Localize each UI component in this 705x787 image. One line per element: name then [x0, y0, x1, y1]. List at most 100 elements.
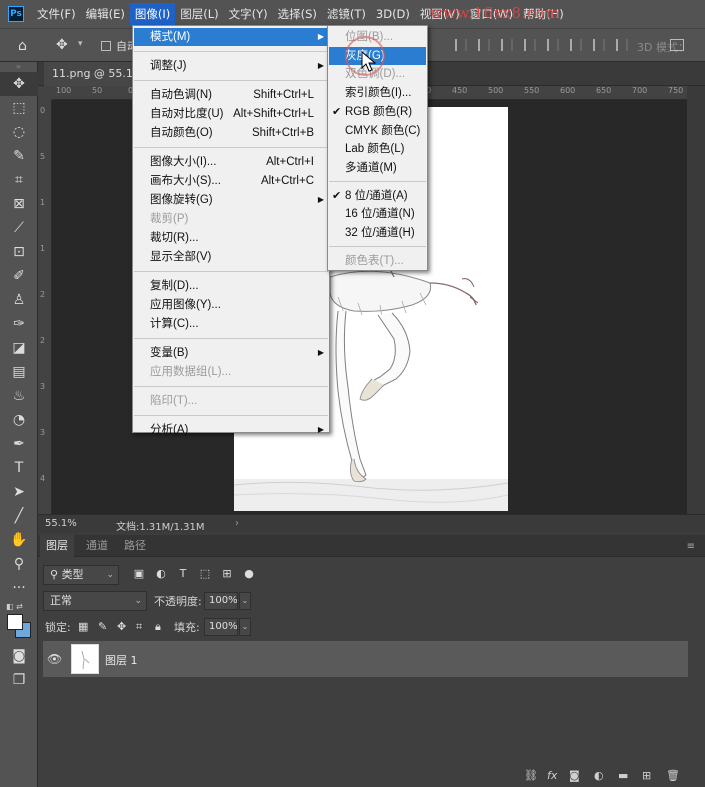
- image-menu-item[interactable]: 变量(B) ▶: [134, 344, 328, 362]
- filter-toggle-icon[interactable]: ●: [243, 567, 255, 580]
- mode-menu-item[interactable]: CMYK 颜色(C): [329, 122, 426, 140]
- more-align-icon[interactable]: [616, 39, 628, 51]
- group-folder-icon[interactable]: ▬: [618, 769, 628, 782]
- quick-mask-icon[interactable]: ◙: [0, 644, 38, 668]
- align-vcenter-icon[interactable]: [570, 39, 582, 51]
- eyedropper-tool-icon[interactable]: ⟋: [0, 216, 38, 240]
- mode-menu-item[interactable]: Lab 颜色(L): [329, 140, 426, 158]
- default-colors-icon[interactable]: ◧ ⇄: [6, 602, 23, 611]
- menu-item[interactable]: 选择(S): [273, 3, 322, 25]
- panel-grip-icon[interactable]: »: [0, 62, 37, 72]
- trash-icon[interactable]: 🗑︎: [666, 769, 680, 782]
- mode-menu-item[interactable]: 16 位/通道(N): [329, 205, 426, 223]
- image-menu-item[interactable]: 画布大小(S)... Alt+Ctrl+C: [134, 172, 328, 190]
- marquee-tool-icon[interactable]: ⬚: [0, 96, 38, 120]
- frame-tool-icon[interactable]: ⊠: [0, 192, 38, 216]
- image-menu-item[interactable]: 图像旋转(G) ▶: [134, 191, 328, 209]
- mode-menu-item[interactable]: ✔ RGB 颜色(R): [329, 103, 426, 121]
- screen-mode-icon[interactable]: ❐: [0, 668, 38, 692]
- lock-transparent-icon[interactable]: ▦: [78, 620, 88, 633]
- photoshop-logo[interactable]: Ps: [8, 6, 24, 22]
- tab-layers[interactable]: 图层: [40, 535, 74, 557]
- hand-tool-icon[interactable]: ✋: [0, 528, 38, 552]
- layer-thumbnail[interactable]: [71, 644, 99, 674]
- foreground-color-swatch[interactable]: [7, 614, 23, 630]
- brush-tool-icon[interactable]: ✐: [0, 264, 38, 288]
- mode-menu-item[interactable]: ✔ 8 位/通道(A): [329, 187, 426, 205]
- home-icon[interactable]: ⌂: [18, 38, 27, 54]
- fx-icon[interactable]: fx: [547, 769, 557, 782]
- menu-item[interactable]: 滤镜(T): [322, 3, 371, 25]
- image-menu-item[interactable]: 调整(J) ▶: [134, 57, 328, 75]
- eraser-tool-icon[interactable]: ◪: [0, 336, 38, 360]
- align-bottom-icon[interactable]: [593, 39, 605, 51]
- lock-position-icon[interactable]: ✥: [117, 620, 126, 633]
- blend-mode-select[interactable]: 正常 ⌄: [43, 591, 147, 611]
- adjustment-filter-icon[interactable]: ◐: [155, 567, 167, 580]
- menu-item[interactable]: 图像(I): [129, 3, 176, 25]
- pen-tool-icon[interactable]: ✒: [0, 432, 38, 456]
- path-select-tool-icon[interactable]: ➤: [0, 480, 38, 504]
- panel-menu-icon[interactable]: ≡: [687, 541, 695, 552]
- image-menu-item[interactable]: 模式(M) ▶: [134, 28, 328, 46]
- menu-item[interactable]: 编辑(E): [81, 3, 130, 25]
- dodge-tool-icon[interactable]: ◔: [0, 408, 38, 432]
- image-menu-item[interactable]: 图像大小(I)... Alt+Ctrl+I: [134, 153, 328, 171]
- layer-name[interactable]: 图层 1: [105, 652, 138, 668]
- menu-item[interactable]: 图层(L): [175, 3, 223, 25]
- add-mask-icon[interactable]: ◙: [569, 769, 580, 782]
- type-tool-icon[interactable]: T: [0, 456, 38, 480]
- zoom-readout[interactable]: 55.1%: [45, 518, 77, 529]
- smart-object-filter-icon[interactable]: ⊞: [221, 567, 233, 580]
- tab-channels[interactable]: 通道: [86, 535, 108, 557]
- shape-filter-icon[interactable]: ⬚: [199, 567, 211, 580]
- image-menu-item[interactable]: 显示全部(V): [134, 248, 328, 266]
- mode-menu-item[interactable]: 索引颜色(I)...: [329, 84, 426, 102]
- line-tool-icon[interactable]: ╱: [0, 504, 38, 528]
- distribute-icon[interactable]: [524, 39, 536, 51]
- clone-stamp-tool-icon[interactable]: ♙: [0, 288, 38, 312]
- fill-dropdown-icon[interactable]: ⌄: [239, 618, 251, 636]
- vertical-scrollbar[interactable]: [687, 86, 705, 514]
- auto-select-checkbox[interactable]: [101, 41, 111, 51]
- quick-select-tool-icon[interactable]: ✎: [0, 144, 38, 168]
- lock-artboard-icon[interactable]: ⌗: [136, 620, 142, 634]
- layer-row[interactable]: 👁︎ 图层 1: [43, 641, 688, 677]
- tab-paths[interactable]: 路径: [124, 535, 146, 557]
- lasso-tool-icon[interactable]: ◌: [0, 120, 38, 144]
- lock-all-icon[interactable]: 🔒︎: [155, 620, 161, 634]
- menu-item[interactable]: 3D(D): [371, 3, 415, 25]
- image-menu-item[interactable]: 裁切(R)...: [134, 229, 328, 247]
- image-menu-item[interactable]: 分析(A) ▶: [134, 421, 328, 439]
- gradient-tool-icon[interactable]: ▤: [0, 360, 38, 384]
- workspace-icon[interactable]: [670, 39, 684, 51]
- menu-item[interactable]: 文件(F): [32, 3, 81, 25]
- align-hcenter-icon[interactable]: [478, 39, 490, 51]
- blur-tool-icon[interactable]: ♨: [0, 384, 38, 408]
- new-layer-icon[interactable]: ⊞: [642, 769, 651, 782]
- more-tools-icon[interactable]: ···: [0, 576, 38, 600]
- fill-input[interactable]: 100%: [204, 618, 238, 636]
- adjustment-layer-icon[interactable]: ◐: [594, 769, 604, 782]
- opacity-input[interactable]: 100%: [204, 592, 238, 610]
- link-layers-icon[interactable]: ⛓: [524, 769, 538, 782]
- visibility-eye-icon[interactable]: 👁︎: [47, 652, 62, 666]
- image-menu-item[interactable]: 复制(D)...: [134, 277, 328, 295]
- image-menu-item[interactable]: 应用图像(Y)...: [134, 296, 328, 314]
- image-menu-item[interactable]: 自动对比度(U) Alt+Shift+Ctrl+L: [134, 105, 328, 123]
- align-left-icon[interactable]: [455, 39, 467, 51]
- move-tool-icon[interactable]: ✥: [56, 37, 68, 53]
- tool-preset-dropdown-icon[interactable]: ▾: [78, 39, 83, 49]
- layer-filter-select[interactable]: ⚲ 类型 ⌄: [43, 565, 119, 585]
- zoom-tool-icon[interactable]: ⚲: [0, 552, 38, 576]
- image-menu-item[interactable]: 自动颜色(O) Shift+Ctrl+B: [134, 124, 328, 142]
- history-brush-tool-icon[interactable]: ✑: [0, 312, 38, 336]
- type-filter-icon[interactable]: T: [177, 567, 189, 580]
- menu-item[interactable]: 文字(Y): [224, 3, 273, 25]
- status-menu-arrow[interactable]: ›: [235, 518, 239, 529]
- opacity-dropdown-icon[interactable]: ⌄: [239, 592, 251, 610]
- mode-menu-item[interactable]: 多通道(M): [329, 159, 426, 177]
- crop-tool-icon[interactable]: ⌗: [0, 168, 38, 192]
- mode-menu-item[interactable]: 32 位/通道(H): [329, 224, 426, 242]
- move-tool-icon[interactable]: ✥: [0, 72, 38, 96]
